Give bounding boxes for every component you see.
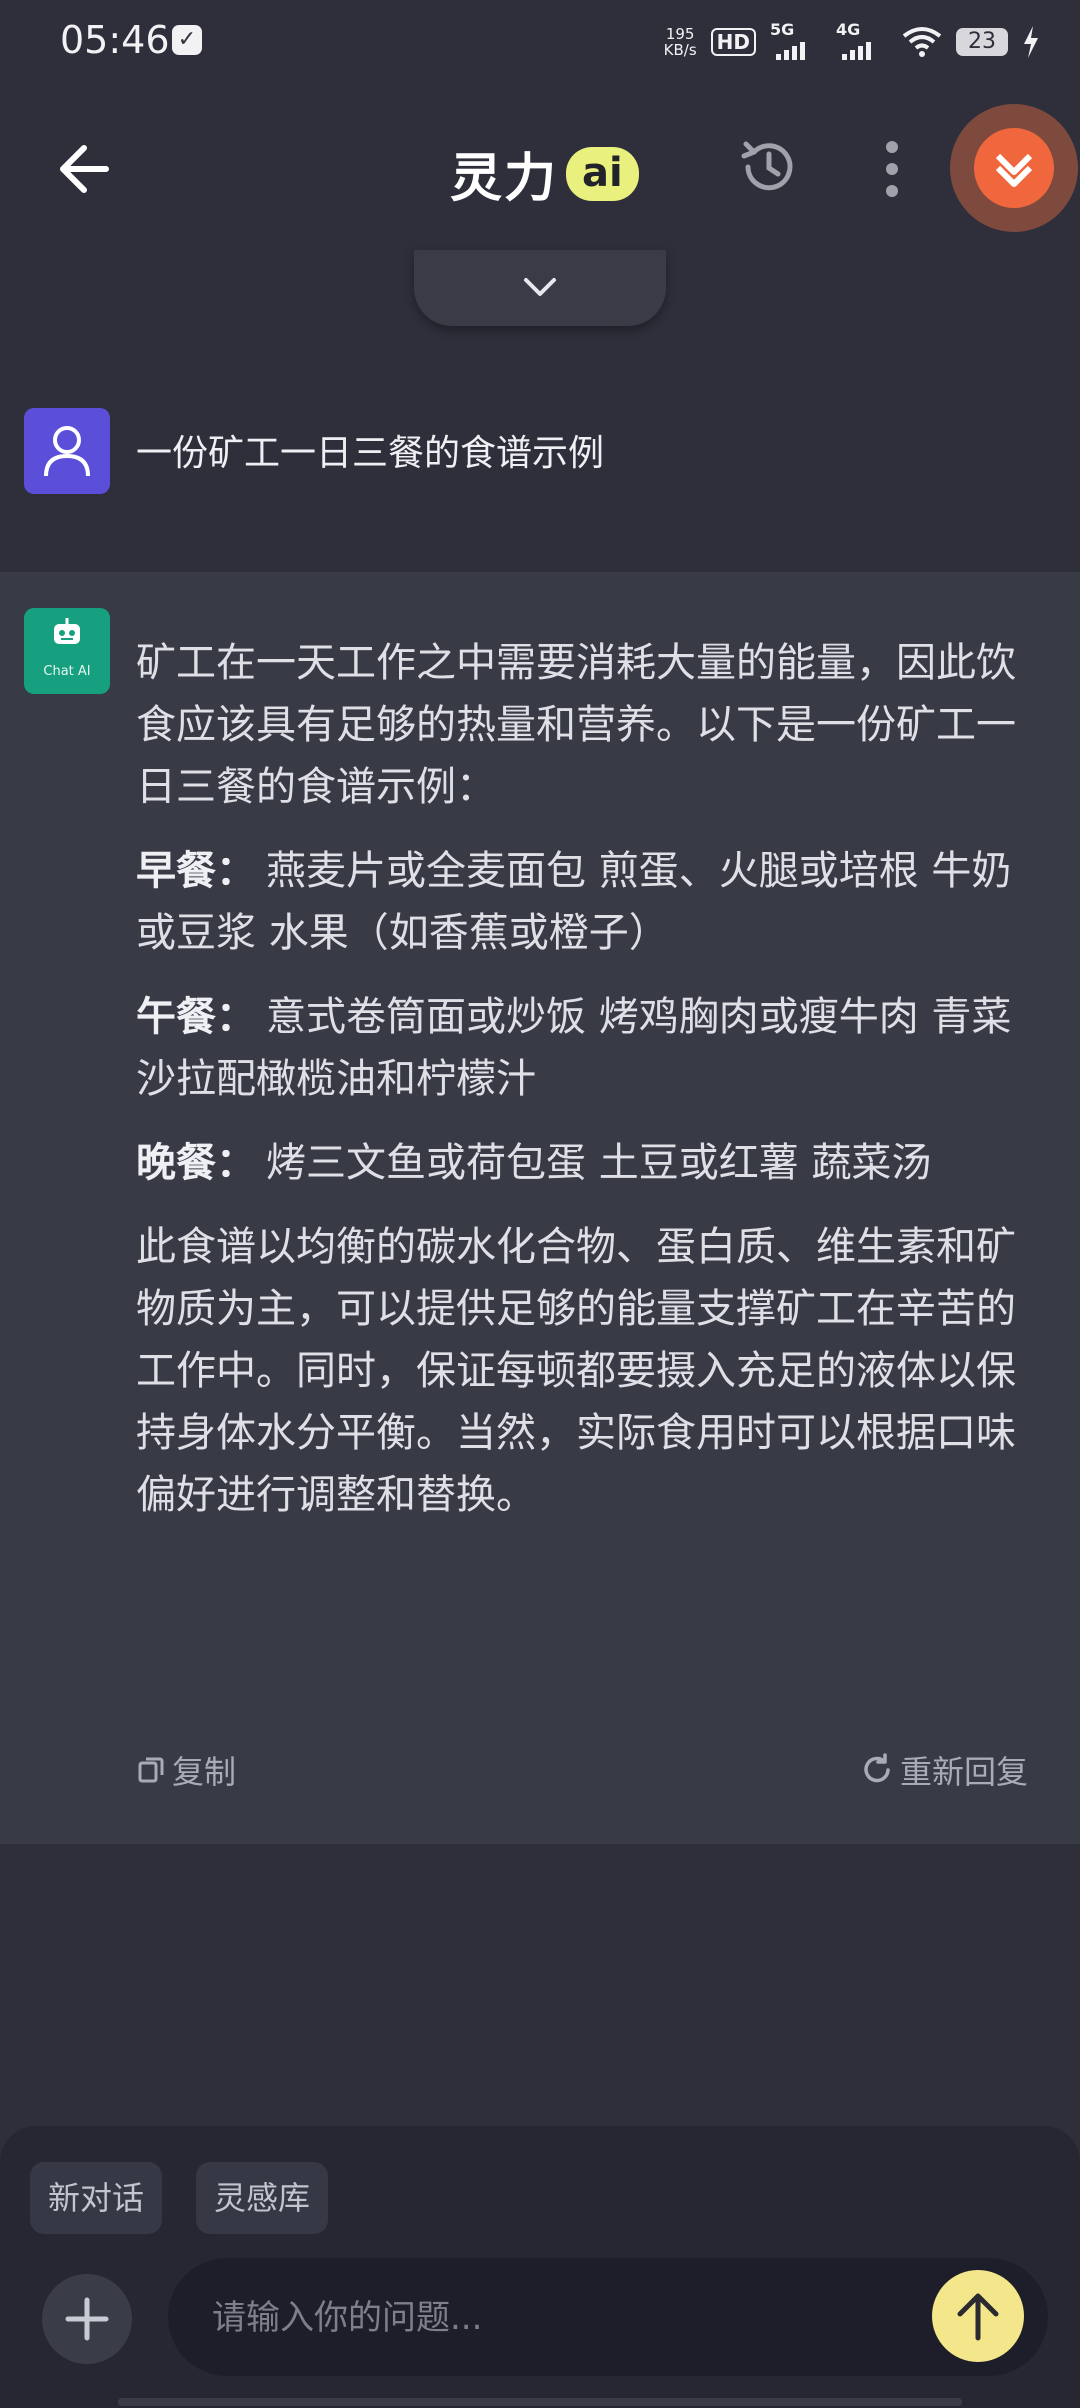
arrow-up-icon <box>957 2293 999 2341</box>
wifi-icon <box>902 27 942 57</box>
add-button[interactable] <box>42 2274 132 2364</box>
status-icons: 195 KB/s HD 5G 4G 23 <box>664 20 1040 64</box>
meal-label: 午餐： <box>136 994 256 1040</box>
ai-avatar-caption: Chat AI <box>43 664 91 679</box>
meal-items: 烤三文鱼或荷包蛋 土豆或红薯 蔬菜汤 <box>266 1140 932 1186</box>
copy-icon <box>138 1757 164 1783</box>
robot-icon <box>54 618 80 644</box>
charging-icon <box>1024 26 1038 58</box>
back-button[interactable] <box>50 134 120 204</box>
arrow-left-icon <box>60 145 109 193</box>
collapse-toggle[interactable] <box>414 250 666 326</box>
history-icon <box>741 141 793 191</box>
status-time: 05:46 <box>60 18 170 62</box>
ai-message-body: 矿工在一天工作之中需要消耗大量的能量，因此饮食应该具有足够的热量和营养。以下是一… <box>136 632 1026 1548</box>
refresh-icon <box>864 1753 890 1783</box>
signal-5g-icon: 5G <box>770 20 822 62</box>
floating-assistant-button[interactable] <box>950 104 1078 232</box>
app-title-badge: ai <box>566 146 639 201</box>
ai-avatar: Chat AI <box>24 608 110 694</box>
history-button[interactable] <box>736 134 802 200</box>
battery-icon: 23 <box>956 28 1008 56</box>
home-indicator <box>118 2398 962 2406</box>
app-title: 灵力 ai <box>450 136 639 211</box>
signal-4g-icon: 4G <box>836 20 888 62</box>
new-conversation-chip[interactable]: 新对话 <box>30 2162 163 2234</box>
ai-intro: 矿工在一天工作之中需要消耗大量的能量，因此饮食应该具有足够的热量和营养。以下是一… <box>136 640 1016 810</box>
network-speed: 195 KB/s <box>663 25 697 59</box>
chevron-down-badge-icon <box>995 153 1033 187</box>
question-input[interactable] <box>210 2288 854 2348</box>
question-input-box <box>168 2258 1048 2376</box>
app-title-text: 灵力 <box>450 149 559 209</box>
notification-check-icon: ✓ <box>172 25 202 55</box>
hd-icon: HD <box>710 28 756 56</box>
meal-breakfast: 早餐： 燕麦片或全麦面包 煎蛋、火腿或培根 牛奶或豆浆 水果（如香蕉或橙子） <box>136 840 1026 964</box>
user-icon <box>44 426 90 477</box>
copy-label: 复制 <box>172 1753 237 1791</box>
user-avatar <box>24 408 110 494</box>
regenerate-label: 重新回复 <box>899 1753 1028 1791</box>
ai-message: Chat AI 矿工在一天工作之中需要消耗大量的能量，因此饮食应该具有足够的热量… <box>0 572 1080 1844</box>
status-bar: 05:46 ✓ 195 KB/s HD 5G 4G 23 <box>0 0 1080 84</box>
meal-dinner: 晚餐： 烤三文鱼或荷包蛋 土豆或红薯 蔬菜汤 <box>136 1132 1026 1194</box>
meal-label: 早餐： <box>136 848 256 894</box>
ai-conclusion: 此食谱以均衡的碳水化合物、蛋白质、维生素和矿物质为主，可以提供足够的能量支撑矿工… <box>136 1224 1016 1518</box>
meal-items: 意式卷筒面或炒饭 烤鸡胸肉或瘦牛肉 青菜沙拉配橄榄油和柠檬汁 <box>136 994 1012 1102</box>
app-header: 灵力 ai <box>0 84 1080 254</box>
user-message: 一份矿工一日三餐的食谱示例 <box>0 380 1080 570</box>
chevron-down-icon <box>524 278 556 296</box>
copy-button[interactable]: 复制 <box>136 1747 236 1793</box>
meal-lunch: 午餐： 意式卷筒面或炒饭 烤鸡胸肉或瘦牛肉 青菜沙拉配橄榄油和柠檬汁 <box>136 986 1026 1110</box>
meal-label: 晚餐： <box>136 1140 256 1186</box>
more-options-button[interactable] <box>872 136 912 202</box>
more-vertical-icon <box>886 141 898 197</box>
regenerate-button[interactable]: 重新回复 <box>860 1747 1028 1793</box>
plus-icon <box>65 2297 109 2341</box>
meal-items: 燕麦片或全麦面包 煎蛋、火腿或培根 牛奶或豆浆 水果（如香蕉或橙子） <box>136 848 1012 956</box>
inspiration-library-chip[interactable]: 灵感库 <box>196 2162 329 2234</box>
user-message-text: 一份矿工一日三餐的食谱示例 <box>136 433 605 474</box>
send-button[interactable] <box>932 2270 1024 2362</box>
bottom-input-panel: 新对话 灵感库 <box>0 2126 1080 2408</box>
